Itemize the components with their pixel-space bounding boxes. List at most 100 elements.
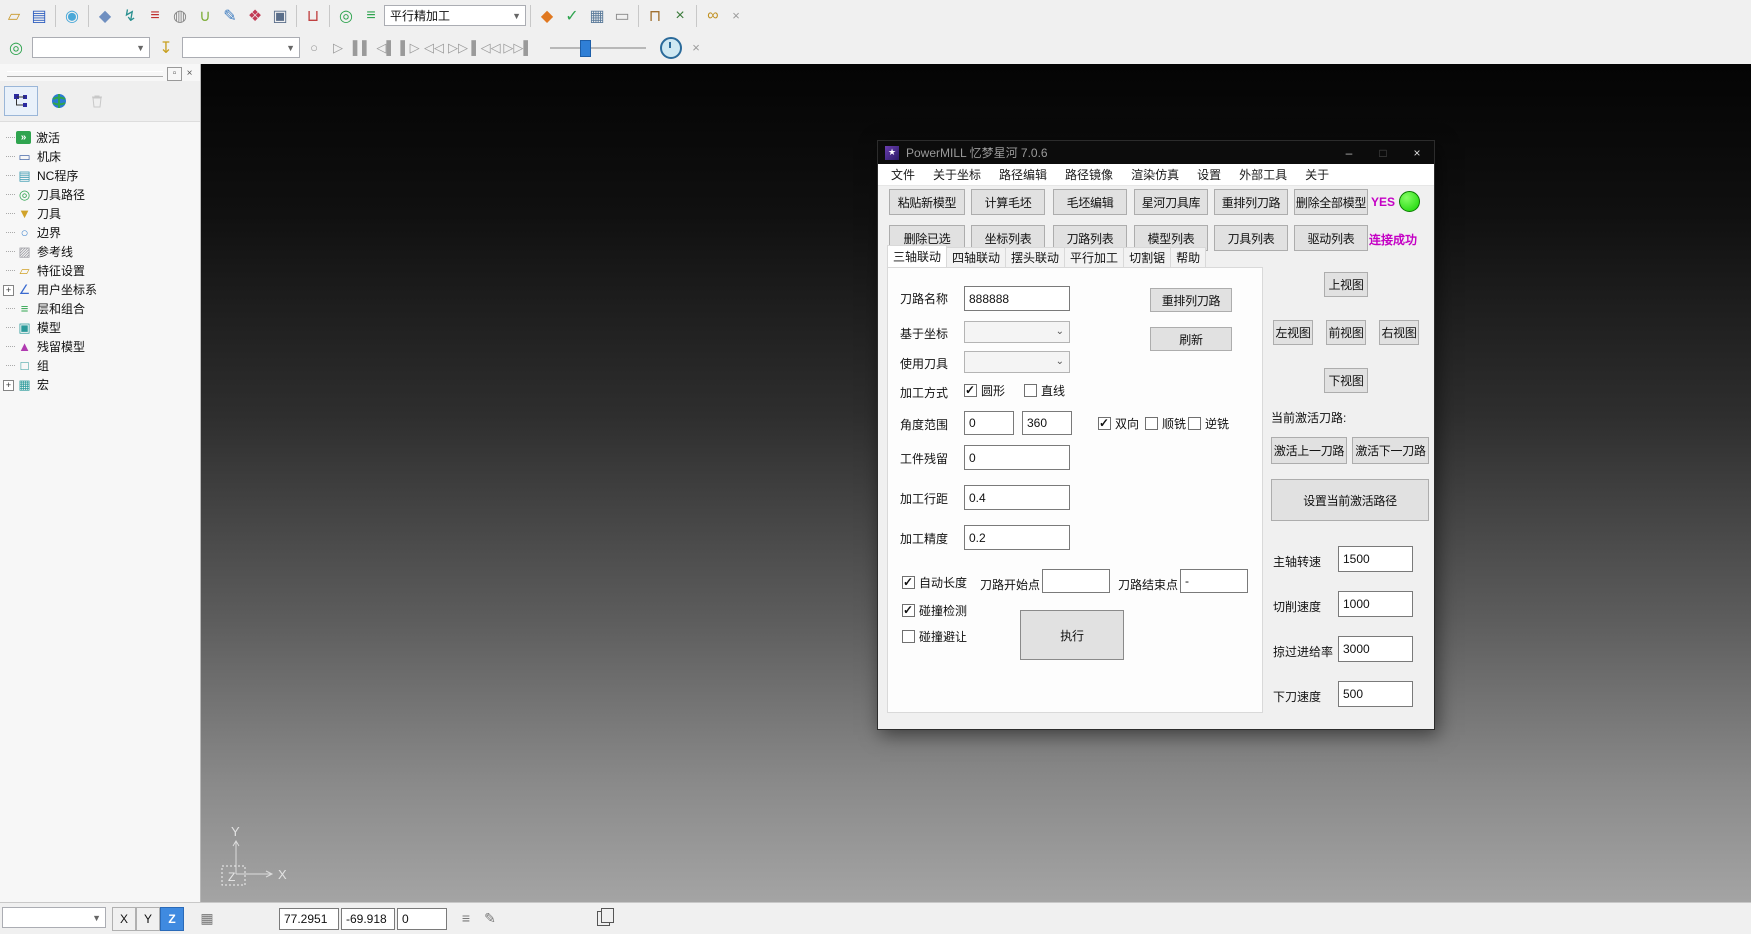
pause-icon[interactable]: ▌▌ xyxy=(352,35,372,61)
tree-item-nc-program[interactable]: ▤NC程序 xyxy=(0,166,200,185)
menu-settings[interactable]: 设置 xyxy=(1188,166,1230,183)
boundary-icon[interactable]: ∪ xyxy=(193,3,217,29)
end-point-input[interactable] xyxy=(1180,569,1248,593)
minimize-button[interactable]: – xyxy=(1332,141,1366,164)
view-top-button[interactable]: 上视图 xyxy=(1324,272,1368,297)
explorer-globe-button[interactable] xyxy=(42,86,76,116)
step-back-icon[interactable]: ◁▌ xyxy=(376,35,396,61)
axis-x-toggle[interactable]: X xyxy=(112,907,136,931)
conventional-mill-checkbox[interactable]: 逆铣 xyxy=(1188,415,1229,432)
auto-length-checkbox[interactable]: 自动长度 xyxy=(902,574,967,591)
start-point-input[interactable] xyxy=(1042,569,1110,593)
axis-y-toggle[interactable]: Y xyxy=(136,907,160,931)
drilling-icon[interactable]: ≡ xyxy=(143,3,167,29)
activate-next-toolpath-button[interactable]: 激活下一刀路 xyxy=(1352,437,1429,464)
go-end-icon[interactable]: ▷▷▌ xyxy=(504,35,532,61)
tab-tilt-head[interactable]: 摆头联动 xyxy=(1005,247,1065,267)
rapid-move-icon[interactable]: ↯ xyxy=(118,3,142,29)
verify-icon[interactable]: ✓ xyxy=(560,3,584,29)
play-icon[interactable]: ▷ xyxy=(328,35,348,61)
panel-float-icon[interactable]: ▫ xyxy=(167,67,182,81)
toolbar-close-icon[interactable]: × xyxy=(686,35,706,61)
collision-check-checkbox[interactable]: 碰撞检测 xyxy=(902,602,967,619)
menu-path-edit[interactable]: 路径编辑 xyxy=(990,166,1056,183)
tree-item-toolpaths[interactable]: ◎刀具路径 xyxy=(0,185,200,204)
tool-dropdown[interactable]: ▼ xyxy=(182,37,300,58)
use-tool-dropdown[interactable]: ⌄ xyxy=(964,351,1070,373)
toolpath-icon[interactable]: ◎ xyxy=(334,3,358,29)
open-project-icon[interactable]: ▱ xyxy=(2,3,26,29)
delete-all-models-button[interactable]: 删除全部模型 xyxy=(1294,189,1368,215)
angle-to-input[interactable] xyxy=(1022,411,1072,435)
binoculars-icon[interactable]: ∞ xyxy=(701,3,725,29)
toolpath-name-input[interactable] xyxy=(964,286,1070,311)
feature-set-icon[interactable]: ▣ xyxy=(268,3,292,29)
tool-holder-icon[interactable]: ⊔ xyxy=(301,3,325,29)
skim-feed-input[interactable] xyxy=(1338,636,1413,662)
tab-4axis[interactable]: 四轴联动 xyxy=(946,247,1006,267)
axis-z-toggle[interactable]: Z xyxy=(160,907,184,931)
tree-item-workplanes[interactable]: ∠用户坐标系 xyxy=(0,280,200,299)
checkbox-checked-icon[interactable] xyxy=(902,604,915,617)
toolpath-dropdown[interactable]: ▼ xyxy=(32,37,150,58)
plunge-feed-input[interactable] xyxy=(1338,681,1413,707)
tool-library-button[interactable]: 星河刀具库 xyxy=(1134,189,1208,215)
checkbox-checked-icon[interactable] xyxy=(902,576,915,589)
print-plot-icon[interactable]: ◉ xyxy=(60,3,84,29)
step-forward-icon[interactable]: ▌▷ xyxy=(400,35,420,61)
tool-wizard-icon[interactable]: ◆ xyxy=(535,3,559,29)
spindle-speed-input[interactable] xyxy=(1338,546,1413,572)
view-front-button[interactable]: 前视图 xyxy=(1326,320,1366,345)
rearrange-toolpaths-button[interactable]: 重排列刀路 xyxy=(1214,189,1288,215)
points-icon[interactable]: ❖ xyxy=(243,3,267,29)
save-project-icon[interactable]: ▤ xyxy=(27,3,51,29)
rewind-icon[interactable]: ◁◁ xyxy=(424,35,444,61)
tree-item-activate[interactable]: »激活 xyxy=(0,128,200,147)
tree-item-patterns[interactable]: ▨参考线 xyxy=(0,242,200,261)
clock-icon[interactable] xyxy=(660,37,682,59)
drive-list-button[interactable]: 驱动列表 xyxy=(1294,225,1368,251)
toolpath-icon[interactable]: ◎ xyxy=(4,35,28,61)
tree-item-boundaries[interactable]: ○边界 xyxy=(0,223,200,242)
close-button[interactable]: × xyxy=(1400,141,1434,164)
tool-adjust-icon[interactable]: ⊓ xyxy=(643,3,667,29)
stock-remain-input[interactable] xyxy=(964,445,1070,470)
pages-copy-icon[interactable] xyxy=(597,911,610,926)
tree-item-levels-and-sets[interactable]: ≡层和组合 xyxy=(0,299,200,318)
calc-block-button[interactable]: 计算毛坯 xyxy=(971,189,1045,215)
tolerance-input[interactable] xyxy=(964,525,1070,550)
tree-item-machine-tool[interactable]: ▭机床 xyxy=(0,147,200,166)
block-edit-button[interactable]: 毛坯编辑 xyxy=(1053,189,1127,215)
fast-forward-icon[interactable]: ▷▷ xyxy=(448,35,468,61)
stepover-input[interactable] xyxy=(964,485,1070,510)
mode-line-checkbox[interactable]: 直线 xyxy=(1024,382,1065,399)
rearrange-button[interactable]: 重排列刀路 xyxy=(1150,288,1232,312)
tab-saw[interactable]: 切割锯 xyxy=(1123,247,1171,267)
checkbox-checked-icon[interactable] xyxy=(964,384,977,397)
bidirectional-checkbox[interactable]: 双向 xyxy=(1098,415,1139,432)
explorer-tree-view-button[interactable] xyxy=(4,86,38,116)
tab-help[interactable]: 帮助 xyxy=(1170,247,1206,267)
checkbox-icon[interactable] xyxy=(1145,417,1158,430)
view-right-button[interactable]: 右视图 xyxy=(1379,320,1419,345)
menu-about[interactable]: 关于 xyxy=(1296,166,1338,183)
paste-new-model-button[interactable]: 粘贴新模型 xyxy=(889,189,965,215)
menu-external-tools[interactable]: 外部工具 xyxy=(1230,166,1296,183)
checkbox-icon[interactable] xyxy=(1024,384,1037,397)
view-left-button[interactable]: 左视图 xyxy=(1273,320,1313,345)
angle-from-input[interactable] xyxy=(964,411,1014,435)
menu-render-sim[interactable]: 渲染仿真 xyxy=(1122,166,1188,183)
explorer-trash-button[interactable] xyxy=(80,86,114,116)
tree-item-feature-sets[interactable]: ▱特征设置 xyxy=(0,261,200,280)
menu-about-coords[interactable]: 关于坐标 xyxy=(924,166,990,183)
ruler-icon[interactable]: ▭ xyxy=(610,3,634,29)
tree-item-groups[interactable]: □组 xyxy=(0,356,200,375)
collision-avoid-checkbox[interactable]: 碰撞避让 xyxy=(902,628,967,645)
tool-list-button[interactable]: 刀具列表 xyxy=(1214,225,1288,251)
dialog-titlebar[interactable]: ★ PowerMILL 忆梦星河 7.0.6 – □ × xyxy=(878,141,1434,164)
tree-item-models[interactable]: ▣模型 xyxy=(0,318,200,337)
coord-z-input[interactable] xyxy=(397,908,447,930)
cutting-feed-input[interactable] xyxy=(1338,591,1413,617)
menu-path-mirror[interactable]: 路径镜像 xyxy=(1056,166,1122,183)
panel-close-icon[interactable]: × xyxy=(182,67,197,81)
